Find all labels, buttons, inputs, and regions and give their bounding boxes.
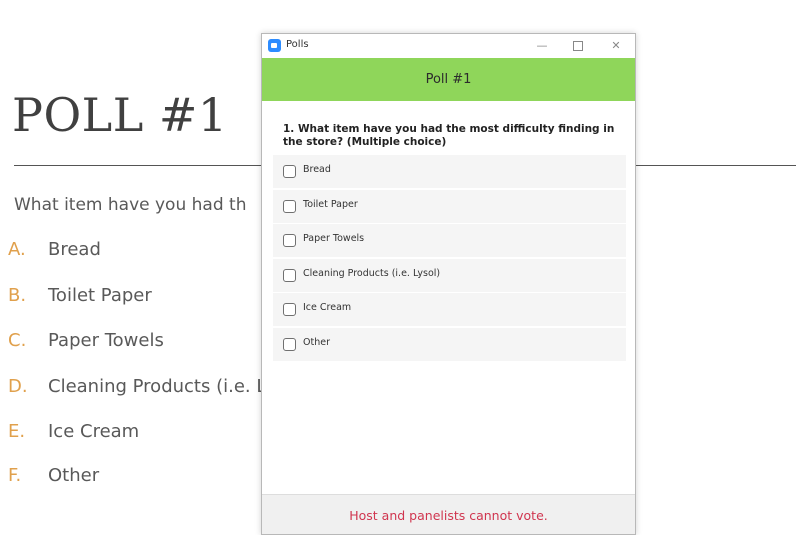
poll-option-label: Toilet Paper <box>303 198 358 210</box>
poll-option-label: Other <box>303 336 330 348</box>
close-button[interactable]: ✕ <box>602 36 630 56</box>
slide-option: E. Ice Cream <box>8 421 139 442</box>
poll-option-label: Cleaning Products (i.e. Lysol) <box>303 267 441 279</box>
poll-option-label: Bread <box>303 164 331 175</box>
checkbox[interactable] <box>283 165 296 178</box>
slide-option-text: Paper Towels <box>48 330 164 351</box>
polls-window: Polls — ✕ Poll #1 1. What item have you … <box>261 33 636 535</box>
checkbox[interactable] <box>283 337 296 351</box>
maximize-button[interactable] <box>564 36 592 56</box>
slide-option-letter: F. <box>8 465 22 486</box>
slide-option: B. Toilet Paper <box>8 285 152 306</box>
slide-option-letter: B. <box>8 285 27 306</box>
poll-option-toilet-paper[interactable]: Toilet Paper <box>273 189 626 223</box>
checkbox[interactable] <box>283 268 296 282</box>
slide-option-text: Cleaning Products (i.e. L <box>48 376 267 397</box>
slide-option: D. Cleaning Products (i.e. L <box>8 376 266 397</box>
slide-option: F. Other <box>8 465 99 486</box>
window-titlebar[interactable]: Polls — ✕ <box>262 34 635 58</box>
slide-option-letter: D. <box>8 376 28 397</box>
cannot-vote-message: Host and panelists cannot vote. <box>349 508 548 523</box>
poll-option-cleaning-products[interactable]: Cleaning Products (i.e. Lysol) <box>273 258 626 292</box>
poll-header: Poll #1 <box>262 58 635 101</box>
checkbox[interactable] <box>283 234 296 248</box>
minimize-button[interactable]: — <box>528 36 556 56</box>
poll-question: 1. What item have you had the most diffi… <box>283 123 615 148</box>
slide-option-text: Ice Cream <box>48 421 140 442</box>
maximize-icon <box>573 41 583 51</box>
slide-option-letter: A. <box>8 239 26 260</box>
poll-option-bread[interactable]: Bread <box>273 155 626 188</box>
poll-option-label: Ice Cream <box>303 302 352 314</box>
poll-option-paper-towels[interactable]: Paper Towels <box>273 224 626 258</box>
poll-option-other[interactable]: Other <box>273 327 626 361</box>
checkbox[interactable] <box>283 199 296 213</box>
zoom-app-icon <box>268 39 281 52</box>
poll-options-list: Bread Toilet Paper Paper Towels Cleaning… <box>273 155 626 363</box>
slide-option-text: Other <box>48 465 100 486</box>
slide-option-text: Toilet Paper <box>48 285 152 306</box>
slide-question: What item have you had th <box>14 195 247 215</box>
slide-option-text: Bread <box>48 239 101 260</box>
slide-option: C. Paper Towels <box>8 330 164 351</box>
slide-option: A. Bread <box>8 239 101 260</box>
poll-footer: Host and panelists cannot vote. <box>262 494 635 534</box>
slide-option-letter: E. <box>8 421 26 442</box>
slide-title: POLL #1 <box>12 88 228 142</box>
poll-option-label: Paper Towels <box>303 233 365 245</box>
checkbox[interactable] <box>283 303 296 317</box>
window-title: Polls <box>286 39 309 50</box>
poll-option-ice-cream[interactable]: Ice Cream <box>273 293 626 327</box>
slide-option-letter: C. <box>8 330 27 351</box>
